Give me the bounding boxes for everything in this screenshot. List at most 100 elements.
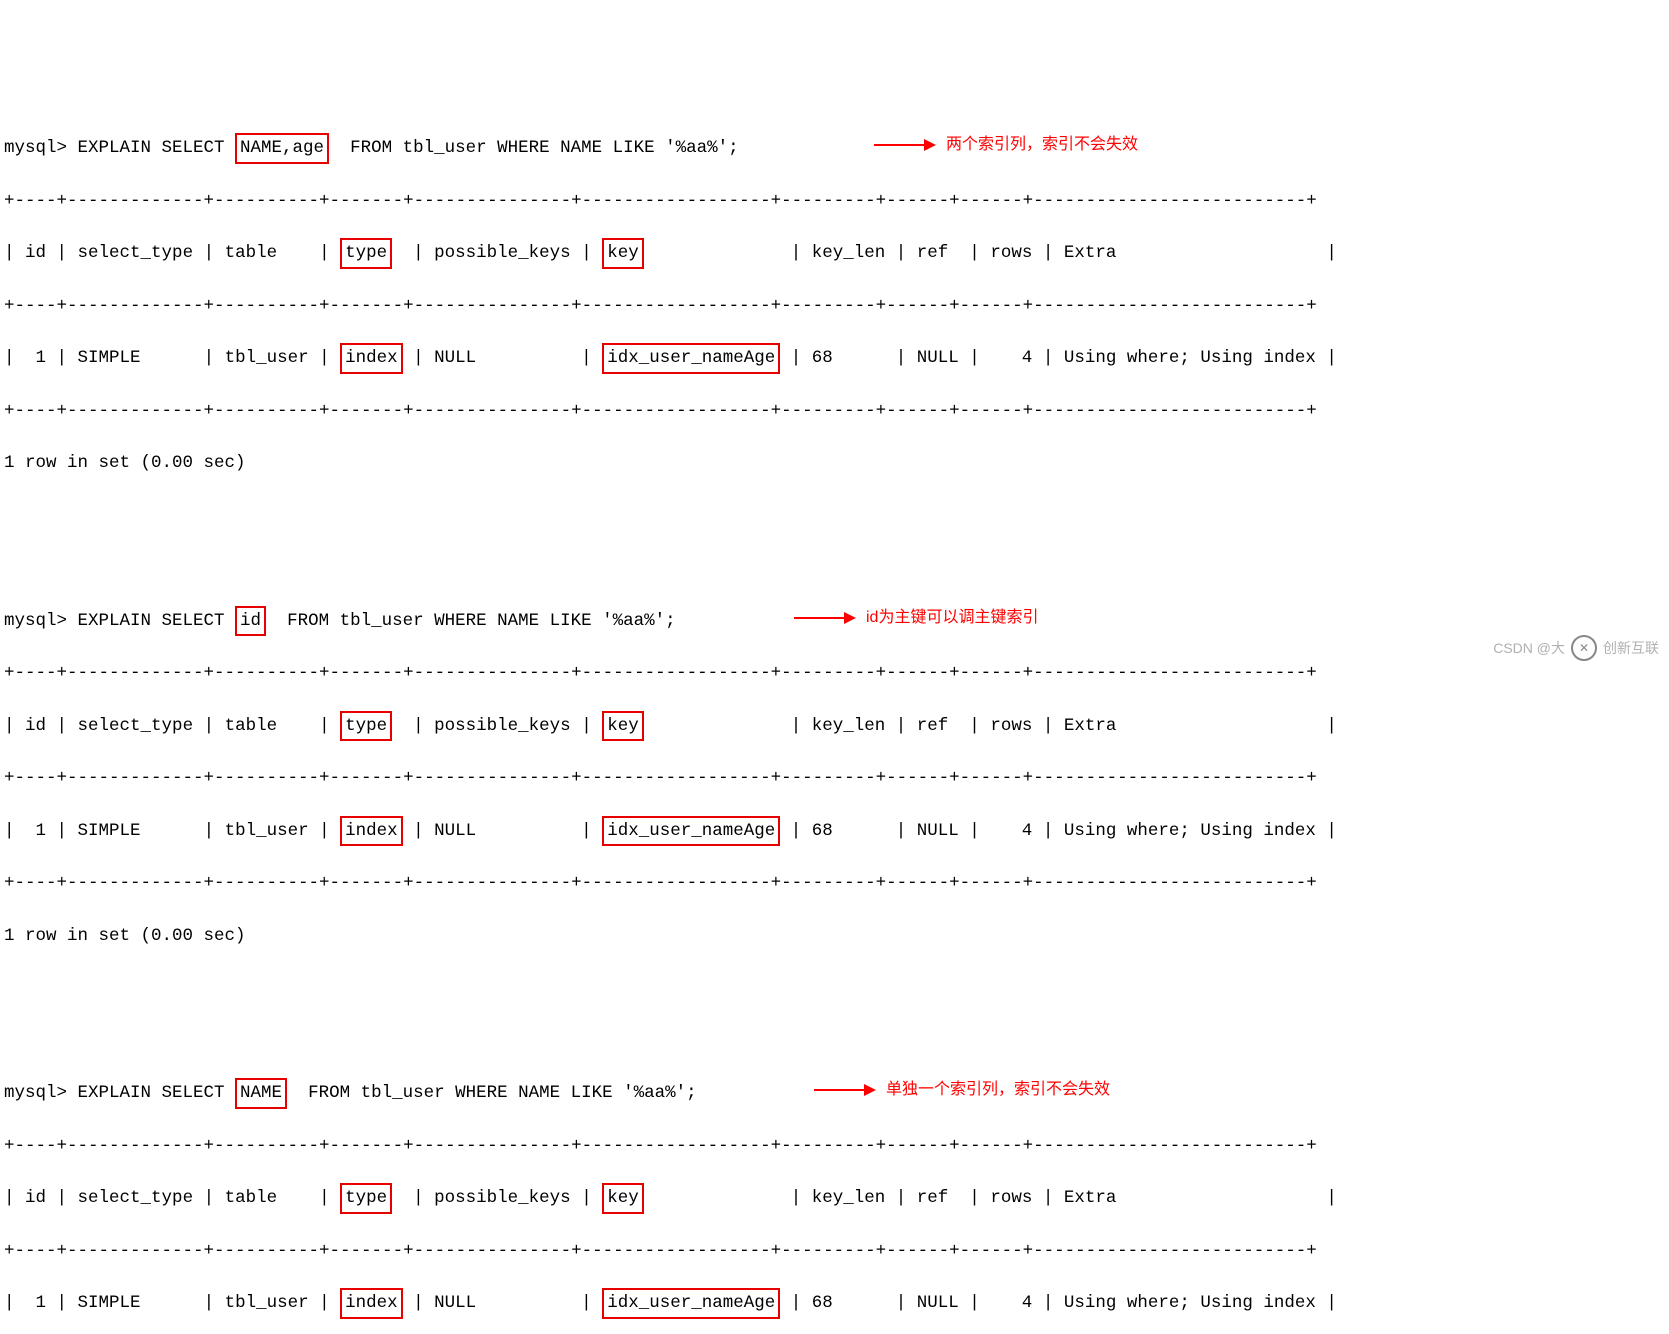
col-extra: Extra	[1064, 243, 1117, 263]
border: +----+-------------+----------+-------+-…	[4, 1133, 1665, 1159]
highlight-columns: NAME	[235, 1078, 287, 1108]
border: +----+-------------+----------+-------+-…	[4, 660, 1665, 686]
blank	[4, 503, 1665, 529]
val-key: idx_user_nameAge	[602, 343, 780, 373]
val-poss-keys: NULL	[434, 348, 476, 368]
val-keylen: 68	[812, 348, 833, 368]
table-header-row: | id | select_type | table | type | poss…	[4, 713, 1665, 739]
val-key: idx_user_nameAge	[602, 1288, 780, 1318]
annotation-text: 单独一个索引列，索引不会失效	[886, 1078, 1110, 1102]
col-select-type: select_type	[78, 1188, 194, 1208]
val-extra: Using where; Using index	[1064, 1293, 1316, 1313]
border: +----+-------------+----------+-------+-…	[4, 398, 1665, 424]
annotation1: 两个索引列，索引不会失效	[874, 133, 1138, 157]
col-select-type: select_type	[78, 716, 194, 736]
table-row: | 1 | SIMPLE | tbl_user | index | NULL |…	[4, 345, 1665, 371]
col-keylen: key_len	[812, 1188, 886, 1208]
watermark-text: CSDN @大	[1493, 638, 1565, 659]
col-rows: rows	[990, 716, 1032, 736]
blank	[4, 975, 1665, 1001]
col-key: key	[602, 238, 644, 268]
col-rows: rows	[990, 1188, 1032, 1208]
col-type: type	[340, 711, 392, 741]
highlight-columns: NAME,age	[235, 133, 329, 163]
annotation3: 单独一个索引列，索引不会失效	[814, 1078, 1110, 1102]
val-type: index	[340, 1288, 403, 1318]
arrow-icon	[874, 144, 934, 146]
col-table: table	[225, 716, 278, 736]
arrow-icon	[794, 617, 854, 619]
watermark-text2: 创新互联	[1603, 638, 1659, 659]
val-id: 1	[36, 348, 47, 368]
border: +----+-------------+----------+-------+-…	[4, 1238, 1665, 1264]
col-keylen: key_len	[812, 716, 886, 736]
query2-line: mysql> EXPLAIN SELECT id FROM tbl_user W…	[4, 608, 1665, 634]
col-poss-keys: possible_keys	[434, 243, 571, 263]
val-table: tbl_user	[225, 348, 309, 368]
val-select-type: SIMPLE	[78, 348, 141, 368]
border: +----+-------------+----------+-------+-…	[4, 188, 1665, 214]
val-poss-keys: NULL	[434, 1293, 476, 1313]
col-extra: Extra	[1064, 716, 1117, 736]
query-rest: FROM tbl_user WHERE NAME LIKE '%aa%';	[287, 1083, 697, 1103]
val-type: index	[340, 816, 403, 846]
val-key: idx_user_nameAge	[602, 816, 780, 846]
val-ref: NULL	[917, 821, 959, 841]
val-type: index	[340, 343, 403, 373]
val-select-type: SIMPLE	[78, 821, 141, 841]
query1-line: mysql> EXPLAIN SELECT NAME,age FROM tbl_…	[4, 135, 1665, 161]
val-ref: NULL	[917, 1293, 959, 1313]
col-table: table	[225, 1188, 278, 1208]
annotation2: id为主键可以调主键索引	[794, 606, 1038, 630]
logo-icon: ✕	[1571, 635, 1597, 661]
val-rows: 4	[1022, 348, 1033, 368]
col-poss-keys: possible_keys	[434, 716, 571, 736]
table-row: | 1 | SIMPLE | tbl_user | index | NULL |…	[4, 1290, 1665, 1316]
val-keylen: 68	[812, 821, 833, 841]
col-ref: ref	[917, 716, 949, 736]
val-ref: NULL	[917, 348, 959, 368]
val-table: tbl_user	[225, 1293, 309, 1313]
watermark: CSDN @大 ✕ 创新互联	[1493, 635, 1659, 661]
table-header-row: | id | select_type | table | type | poss…	[4, 1185, 1665, 1211]
val-poss-keys: NULL	[434, 821, 476, 841]
val-keylen: 68	[812, 1293, 833, 1313]
col-extra: Extra	[1064, 1188, 1117, 1208]
annotation-text: id为主键可以调主键索引	[866, 606, 1038, 630]
highlight-columns: id	[235, 606, 266, 636]
val-id: 1	[36, 1293, 47, 1313]
val-rows: 4	[1022, 821, 1033, 841]
footer: 1 row in set (0.00 sec)	[4, 923, 1665, 949]
col-id: id	[25, 243, 46, 263]
border: +----+-------------+----------+-------+-…	[4, 765, 1665, 791]
col-type: type	[340, 238, 392, 268]
col-rows: rows	[990, 243, 1032, 263]
prompt: mysql> EXPLAIN SELECT	[4, 1083, 235, 1103]
border: +----+-------------+----------+-------+-…	[4, 293, 1665, 319]
col-type: type	[340, 1183, 392, 1213]
annotation-text: 两个索引列，索引不会失效	[946, 133, 1138, 157]
col-key: key	[602, 1183, 644, 1213]
col-keylen: key_len	[812, 243, 886, 263]
val-extra: Using where; Using index	[1064, 821, 1316, 841]
prompt: mysql> EXPLAIN SELECT	[4, 138, 235, 158]
query-rest: FROM tbl_user WHERE NAME LIKE '%aa%';	[329, 138, 739, 158]
col-ref: ref	[917, 1188, 949, 1208]
col-select-type: select_type	[78, 243, 194, 263]
col-table: table	[225, 243, 278, 263]
val-id: 1	[36, 821, 47, 841]
footer: 1 row in set (0.00 sec)	[4, 450, 1665, 476]
val-extra: Using where; Using index	[1064, 348, 1316, 368]
col-id: id	[25, 716, 46, 736]
val-rows: 4	[1022, 1293, 1033, 1313]
val-select-type: SIMPLE	[78, 1293, 141, 1313]
col-ref: ref	[917, 243, 949, 263]
query3-line: mysql> EXPLAIN SELECT NAME FROM tbl_user…	[4, 1080, 1665, 1106]
border: +----+-------------+----------+-------+-…	[4, 870, 1665, 896]
col-key: key	[602, 711, 644, 741]
val-table: tbl_user	[225, 821, 309, 841]
col-poss-keys: possible_keys	[434, 1188, 571, 1208]
arrow-icon	[814, 1089, 874, 1091]
table-header-row: | id | select_type | table | type | poss…	[4, 240, 1665, 266]
prompt: mysql> EXPLAIN SELECT	[4, 611, 235, 631]
